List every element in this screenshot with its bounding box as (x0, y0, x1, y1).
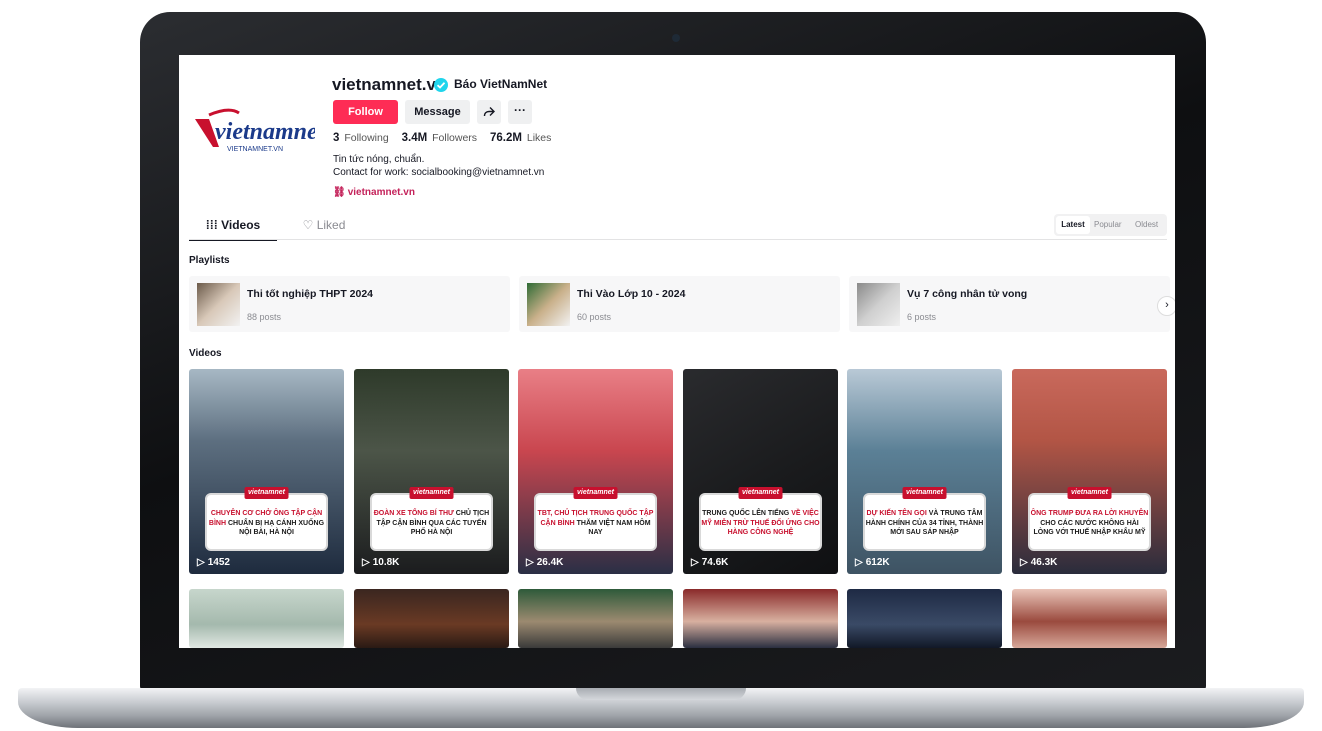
brand-badge: vietnamnet (902, 487, 947, 499)
video-card[interactable]: vietnamnet DỰ KIẾN TÊN GỌI VÀ TRUNG TÂM H… (847, 369, 1002, 574)
video-caption: vietnamnet ÔNG TRUMP ĐƯA RA LỜI KHUYÊN CH… (1028, 487, 1151, 551)
playlist-title: Vụ 7 công nhân tử vong (907, 288, 1028, 300)
follow-button[interactable]: Follow (333, 100, 398, 124)
play-icon: ▷ (855, 557, 863, 568)
playlist-card[interactable]: Thi tốt nghiệp THPT 2024 88 posts (189, 276, 510, 332)
play-icon: ▷ (197, 557, 205, 568)
grid-icon: ⁞⁞⁞ (205, 218, 222, 232)
more-options-button[interactable]: ··· (508, 100, 532, 124)
tab-divider (189, 239, 1167, 240)
share-button[interactable] (477, 100, 501, 124)
video-card[interactable]: vietnamnet ĐOÀN XE TỔNG BÍ THƯ CHỦ TỊCH T… (354, 369, 509, 574)
following-label: Following (344, 132, 389, 144)
video-views: ▷ 612K (855, 557, 890, 568)
playlist-count: 60 posts (577, 312, 612, 322)
brand-badge: vietnamnet (1067, 487, 1112, 499)
play-icon: ▷ (1020, 557, 1028, 568)
brand-badge: vietnamnet (573, 487, 618, 499)
playlist-title: Thi Vào Lớp 10 - 2024 (577, 288, 686, 300)
playlist-title: Thi tốt nghiệp THPT 2024 (247, 288, 374, 300)
playlists-heading: Playlists (189, 255, 230, 266)
tab-liked-label: Liked (316, 218, 346, 232)
following-count[interactable]: 3 (333, 132, 339, 144)
profile-link[interactable]: ⛓ vietnamnet.vn (333, 187, 415, 198)
video-card[interactable] (518, 589, 673, 648)
profile-nickname: Báo VietNamNet (454, 77, 548, 91)
video-caption: vietnamnet DỰ KIẾN TÊN GỌI VÀ TRUNG TÂM H… (863, 487, 986, 551)
camera-icon (672, 34, 680, 42)
video-caption: vietnamnet TRUNG QUỐC LÊN TIẾNG VỀ VIỆC M… (699, 487, 822, 551)
video-card[interactable] (847, 589, 1002, 648)
video-views: ▷ 46.3K (1020, 557, 1058, 568)
playlist-thumbnail (527, 283, 570, 326)
logo-sub: VIETNAMNET.VN (227, 146, 283, 153)
video-views: ▷ 10.8K (362, 557, 400, 568)
brand-badge: vietnamnet (738, 487, 783, 499)
video-card[interactable]: vietnamnet TBT, CHỦ TỊCH TRUNG QUỐC TẬP C… (518, 369, 673, 574)
video-card[interactable]: vietnamnet TRUNG QUỐC LÊN TIẾNG VỀ VIỆC M… (683, 369, 838, 574)
video-card[interactable] (683, 589, 838, 648)
tab-liked[interactable]: ♡ Liked (289, 213, 359, 239)
play-icon: ▷ (691, 557, 699, 568)
bio-line: Contact for work: socialbooking@vietnamn… (333, 167, 545, 178)
laptop-notch (576, 688, 746, 700)
playlist-thumbnail (857, 283, 900, 326)
video-views: ▷ 74.6K (691, 557, 729, 568)
link-icon: ⛓ (333, 187, 346, 198)
profile-stats: 3 Following 3.4M Followers 76.2M Likes (333, 132, 561, 144)
likes-count: 76.2M (489, 132, 522, 144)
chevron-right-icon[interactable]: › (1157, 296, 1175, 316)
playlist-card[interactable]: Vụ 7 công nhân tử vong 6 posts (849, 276, 1170, 332)
brand-badge: vietnamnet (409, 487, 454, 499)
video-card[interactable] (1012, 589, 1167, 648)
bio-line: Tin tức nóng, chuẩn. (333, 154, 425, 165)
play-icon: ▷ (362, 557, 370, 568)
vietnamnet-logo: vietnamnet VIETNAMNET.VN (195, 108, 315, 153)
video-caption: vietnamnet CHUYÊN CƠ CHỞ ÔNG TẬP CẬN BÌNH… (205, 487, 328, 551)
playlist-count: 6 posts (907, 312, 937, 322)
play-icon: ▷ (526, 557, 534, 568)
screen: vietnamnet VIETNAMNET.VN vietnamnet.vn B… (179, 55, 1175, 648)
sort-oldest[interactable]: Oldest (1135, 214, 1158, 236)
likes-label: Likes (526, 132, 552, 144)
sort-popular[interactable]: Popular (1094, 214, 1122, 236)
share-icon (483, 107, 495, 117)
heart-icon: ♡ (302, 218, 317, 232)
profile-username: vietnamnet.vn (332, 75, 447, 94)
profile-link-text[interactable]: vietnamnet.vn (348, 187, 415, 198)
playlist-thumbnail (197, 283, 240, 326)
profile-bio: Tin tức nóng, chuẩn. Contact for work: s… (333, 153, 544, 179)
brand-badge: vietnamnet (244, 487, 289, 499)
playlist-count: 88 posts (247, 312, 282, 322)
video-card[interactable]: vietnamnet CHUYÊN CƠ CHỞ ÔNG TẬP CẬN BÌNH… (189, 369, 344, 574)
videos-heading: Videos (189, 348, 222, 359)
verified-icon (434, 78, 448, 92)
video-card[interactable]: vietnamnet ÔNG TRUMP ĐƯA RA LỜI KHUYÊN CH… (1012, 369, 1167, 574)
video-card[interactable] (354, 589, 509, 648)
sort-latest[interactable]: Latest (1056, 216, 1090, 234)
message-button[interactable]: Message (405, 100, 470, 124)
tab-videos[interactable]: ⁞⁞⁞ Videos (189, 213, 277, 241)
video-caption: vietnamnet ĐOÀN XE TỔNG BÍ THƯ CHỦ TỊCH T… (370, 487, 493, 551)
video-views: ▷ 26.4K (526, 557, 564, 568)
playlist-card[interactable]: Thi Vào Lớp 10 - 2024 60 posts (519, 276, 840, 332)
sort-toggle: Latest Popular Oldest (1054, 214, 1167, 236)
tab-videos-label: Videos (221, 218, 261, 232)
followers-label: Followers (432, 132, 478, 144)
followers-count[interactable]: 3.4M (402, 132, 428, 144)
video-card[interactable] (189, 589, 344, 648)
svg-text:vietnamnet: vietnamnet (215, 119, 315, 145)
video-views: ▷ 1452 (197, 557, 230, 568)
video-caption: vietnamnet TBT, CHỦ TỊCH TRUNG QUỐC TẬP C… (534, 487, 657, 551)
